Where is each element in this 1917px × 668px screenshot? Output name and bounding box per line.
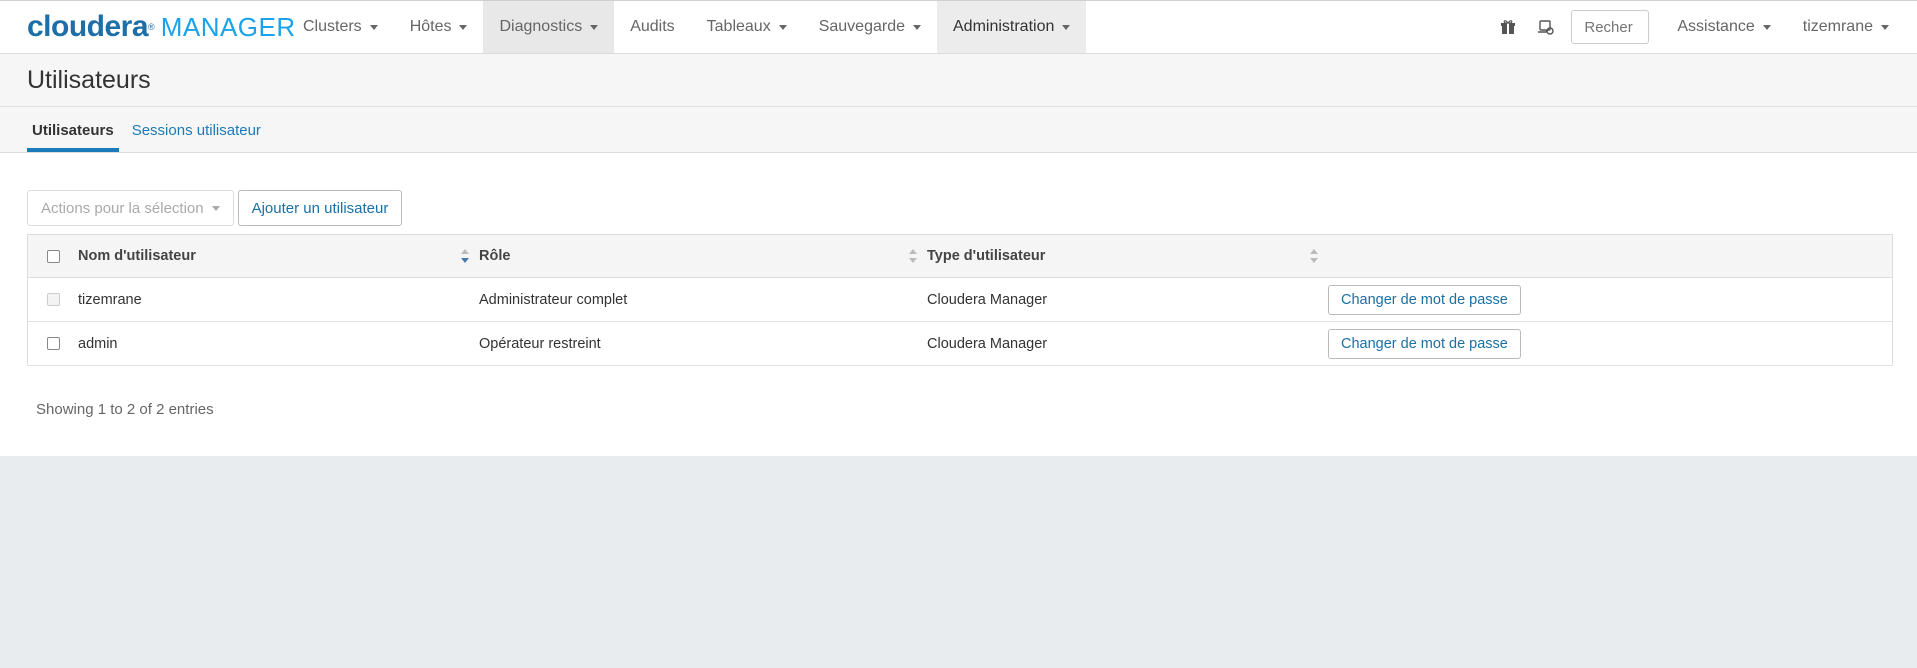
brand-name-manager: MANAGER [160,11,296,42]
nav-user-menu[interactable]: tizemrane [1787,18,1905,36]
main-content: Actions pour la sélection Ajouter un uti… [0,153,1917,456]
top-navbar: cloudera ® MANAGER Clusters Hôtes Diagnos… [0,0,1917,54]
gift-icon[interactable] [1489,7,1527,47]
page-title: Utilisateurs [27,65,151,94]
cell-username: tizemrane [78,277,479,322]
brand-name-cloudera: cloudera [27,10,149,43]
row-checkbox[interactable] [46,337,60,351]
parcel-icon[interactable] [1527,7,1565,47]
page-header: Utilisateurs [0,54,1917,107]
users-table: Nom d'utilisateur Rôle Type d'utilisateu… [27,234,1893,366]
column-header-role[interactable]: Rôle [479,234,927,278]
toolbar: Actions pour la sélection Ajouter un uti… [27,190,1893,226]
column-header-actions [1328,234,1893,278]
caret-down-icon [778,24,787,30]
caret-down-icon [1762,24,1771,30]
search-input[interactable] [1571,10,1650,44]
sort-icon [1310,249,1318,263]
cell-role: Administrateur complet [479,277,927,322]
cell-role: Opérateur restreint [479,321,927,366]
table-row: admin Opérateur restreint Cloudera Manag… [27,321,1893,366]
sort-icon [461,249,469,263]
nav-audits[interactable]: Audits [614,1,690,53]
tab-sessions-utilisateur[interactable]: Sessions utilisateur [127,122,266,152]
nav-tableaux[interactable]: Tableaux [691,1,803,53]
cell-user-type: Cloudera Manager [927,277,1328,322]
change-password-button[interactable]: Changer de mot de passe [1328,284,1521,315]
caret-down-icon [211,205,220,211]
nav-clusters[interactable]: Clusters [287,1,394,53]
nav-diagnostics[interactable]: Diagnostics [483,1,615,53]
cell-username: admin [78,321,479,366]
caret-down-icon [1062,24,1071,30]
nav-hotes[interactable]: Hôtes [394,1,484,53]
tab-bar: Utilisateurs Sessions utilisateur [0,107,1917,153]
caret-down-icon [913,24,921,30]
select-all-checkbox[interactable] [46,249,60,263]
nav-assistance[interactable]: Assistance [1661,18,1786,36]
cell-user-type: Cloudera Manager [927,321,1328,366]
caret-down-icon [369,24,378,30]
tab-utilisateurs[interactable]: Utilisateurs [27,122,119,152]
row-checkbox [46,293,60,307]
caret-down-icon [1881,24,1889,30]
column-header-name[interactable]: Nom d'utilisateur [78,234,479,278]
brand-logo[interactable]: cloudera ® MANAGER [0,1,295,53]
nav-administration[interactable]: Administration [937,1,1087,53]
table-info: Showing 1 to 2 of 2 entries [36,401,214,418]
column-header-type[interactable]: Type d'utilisateur [927,234,1328,278]
main-nav: Clusters Hôtes Diagnostics Audits Tablea… [287,1,1087,53]
nav-sauvegarde[interactable]: Sauvegarde [803,1,937,53]
nav-right: Assistance tizemrane [1489,1,1917,53]
caret-down-icon [459,24,468,30]
caret-down-icon [590,24,599,30]
bulk-actions-button[interactable]: Actions pour la sélection [27,190,234,226]
table-row: tizemrane Administrateur complet Clouder… [27,277,1893,322]
change-password-button[interactable]: Changer de mot de passe [1328,328,1521,359]
table-header-row: Nom d'utilisateur Rôle Type d'utilisateu… [27,234,1893,278]
add-user-button[interactable]: Ajouter un utilisateur [237,190,403,226]
sort-icon [909,249,917,263]
select-all-header [27,234,78,278]
